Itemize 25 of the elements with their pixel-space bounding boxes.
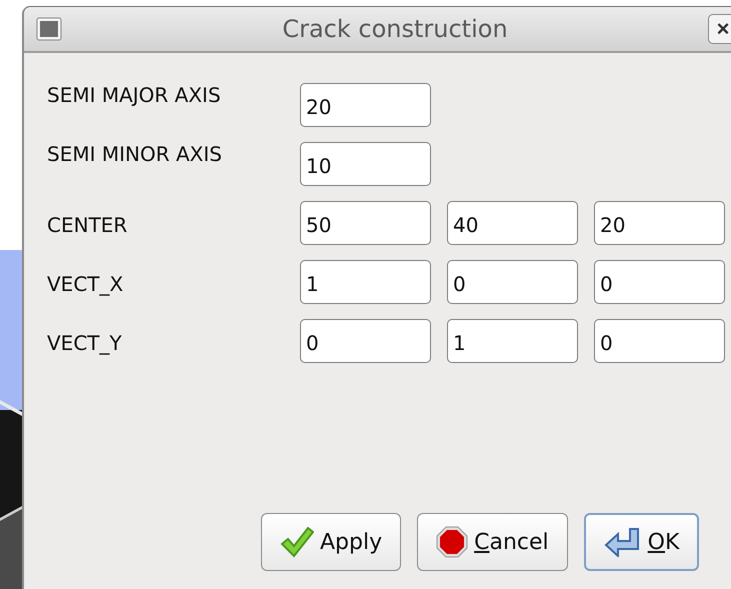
window-icon: [36, 17, 62, 41]
input-field[interactable]: 50: [300, 201, 431, 245]
close-button[interactable]: ×: [708, 14, 731, 44]
input-field[interactable]: 20: [300, 83, 431, 127]
field-label: VECT_Y: [47, 330, 123, 355]
stop-icon: [436, 526, 468, 558]
apply-button[interactable]: Apply: [261, 513, 402, 571]
return-arrow-icon: [604, 527, 642, 557]
input-field[interactable]: 0: [300, 319, 431, 363]
ok-button[interactable]: OK: [584, 513, 700, 571]
input-field[interactable]: 10: [300, 142, 431, 186]
input-field[interactable]: 0: [594, 319, 725, 363]
field-label: CENTER: [47, 212, 128, 237]
check-icon: [280, 526, 314, 558]
field-label: VECT_X: [47, 271, 124, 296]
input-field[interactable]: 0: [594, 260, 725, 304]
input-field[interactable]: 0: [447, 260, 578, 304]
input-field[interactable]: 1: [300, 260, 431, 304]
input-field[interactable]: 40: [447, 201, 578, 245]
input-field[interactable]: 20: [594, 201, 725, 245]
window-title: Crack construction: [281, 15, 509, 43]
input-field[interactable]: 1: [447, 319, 578, 363]
field-label: SEMI MINOR AXIS: [47, 142, 223, 166]
cancel-button[interactable]: Cancel: [417, 513, 568, 571]
field-label: SEMI MAJOR AXIS: [47, 83, 222, 107]
